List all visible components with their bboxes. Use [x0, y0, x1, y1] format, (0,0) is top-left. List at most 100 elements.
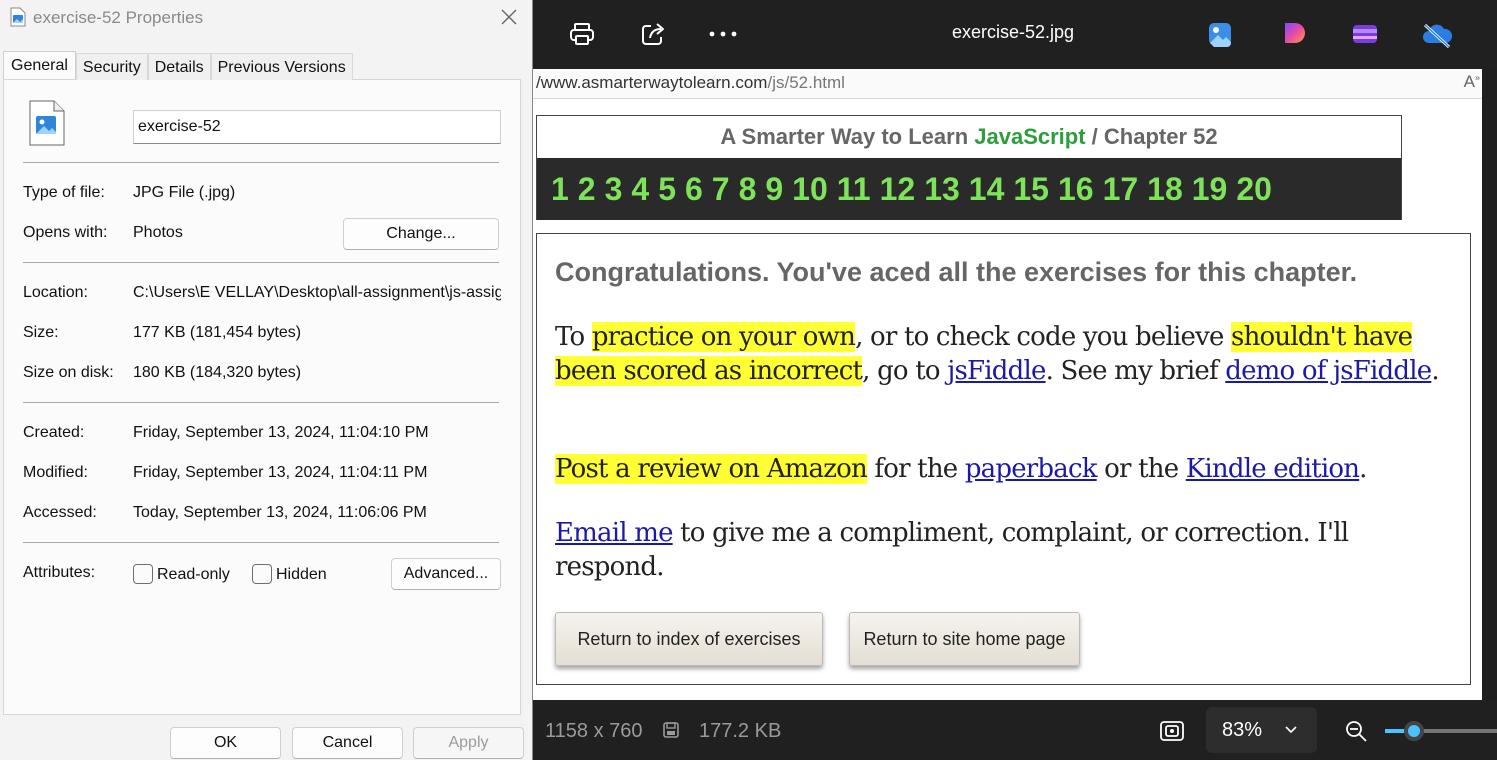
photos-viewer: exercise-52.jpg /www.asmarterwaytolearn.…	[533, 0, 1497, 760]
chapter-link[interactable]: 2	[578, 171, 596, 208]
congrats-heading: Congratulations. You've aced all the exe…	[555, 257, 1358, 287]
print-icon[interactable]	[562, 14, 602, 54]
viewer-toolbar: exercise-52.jpg	[533, 0, 1497, 69]
file-type-icon	[28, 100, 66, 151]
chapter-link[interactable]: 11	[837, 171, 871, 208]
disk-icon	[663, 722, 679, 743]
chapter-link[interactable]: 19	[1192, 171, 1228, 208]
chapter-link[interactable]: 10	[792, 171, 828, 208]
file-size: 177.2 KB	[699, 720, 782, 742]
size-value: 177 KB (181,454 bytes)	[133, 324, 302, 341]
size-on-disk-label: Size on disk:	[23, 364, 114, 381]
site-title: A Smarter Way to Learn JavaScript / Chap…	[720, 124, 1218, 149]
chevron-down-icon	[1284, 719, 1298, 742]
tab-general[interactable]: General	[3, 51, 76, 79]
accessed-value: Today, September 13, 2024, 11:06:06 PM	[133, 504, 427, 521]
separator	[23, 262, 499, 263]
advanced-button[interactable]: Advanced...	[391, 558, 501, 590]
modified-value: Friday, September 13, 2024, 11:04:11 PM	[133, 464, 428, 481]
zoom-slider[interactable]	[1385, 721, 1497, 741]
chapter-link[interactable]: 3	[605, 171, 623, 208]
chapter-link[interactable]: 12	[880, 171, 916, 208]
change-button[interactable]: Change...	[343, 218, 499, 250]
email-me-link[interactable]: Email me	[555, 518, 673, 548]
chapter-link[interactable]: 6	[685, 171, 703, 208]
designer-icon[interactable]	[1279, 19, 1309, 49]
image-dimensions: 1158 x 760	[545, 720, 643, 742]
paperback-link[interactable]: paperback	[965, 454, 1098, 484]
location-label: Location:	[23, 284, 88, 301]
chapter-link[interactable]: 8	[739, 171, 757, 208]
size-on-disk-value: 180 KB (184,320 bytes)	[133, 364, 302, 381]
clipchamp-icon[interactable]	[1350, 19, 1380, 49]
chapter-nav: 1 2 3 4 5 6 7 8 9 10 11 12 13 14 15 16 17 18 19 20	[537, 158, 1401, 220]
content-panel: Congratulations. You've aced all the exe…	[536, 233, 1471, 685]
separator	[23, 162, 499, 163]
chapter-link[interactable]: 18	[1147, 171, 1183, 208]
address-bar: /www.asmarterwaytolearn.com/js/52.html A…	[533, 69, 1482, 99]
opens-with-label: Opens with:	[23, 224, 108, 241]
chapter-link[interactable]: 13	[924, 171, 960, 208]
tab-previous-versions[interactable]: Previous Versions	[210, 53, 353, 80]
zoom-out-icon[interactable]	[1339, 714, 1373, 748]
created-label: Created:	[23, 424, 85, 441]
type-label: Type of file:	[23, 184, 105, 201]
return-index-button[interactable]: Return to index of exercises	[555, 612, 823, 666]
chapter-link[interactable]: 20	[1236, 171, 1272, 208]
return-home-button[interactable]: Return to site home page	[849, 612, 1080, 666]
onedrive-offline-icon[interactable]	[1421, 19, 1453, 49]
paragraph-practice: To practice on your own, or to check cod…	[555, 322, 1440, 386]
tab-details[interactable]: Details	[147, 53, 211, 80]
file-name-input[interactable]	[133, 110, 501, 144]
close-icon[interactable]	[496, 4, 522, 30]
chapter-link[interactable]: 14	[969, 171, 1005, 208]
readonly-label: Read-only	[157, 566, 230, 583]
chapter-link[interactable]: 5	[658, 171, 676, 208]
cancel-button[interactable]: Cancel	[292, 727, 403, 759]
opens-with-value: Photos	[133, 224, 183, 241]
dialog-title: exercise-52 Properties	[33, 8, 204, 27]
viewer-status-bar: 1158 x 760 177.2 KB 83%	[533, 700, 1497, 760]
image-canvas[interactable]: /www.asmarterwaytolearn.com/js/52.html A…	[533, 69, 1482, 700]
paragraph-email: Email me to give me a compliment, compla…	[555, 518, 1349, 582]
chapter-link[interactable]: 15	[1013, 171, 1049, 208]
ok-button[interactable]: OK	[170, 727, 281, 759]
kindle-edition-link[interactable]: Kindle edition	[1186, 454, 1360, 484]
chapter-link[interactable]: 4	[631, 171, 649, 208]
zoom-slider-thumb[interactable]	[1404, 721, 1425, 741]
zoom-value: 83%	[1222, 719, 1263, 741]
apply-button[interactable]: Apply	[413, 727, 524, 759]
chapter-link[interactable]: 1	[551, 171, 569, 208]
chapter-link[interactable]: 17	[1103, 171, 1139, 208]
attributes-label: Attributes:	[23, 564, 96, 581]
hidden-checkbox[interactable]	[252, 564, 272, 584]
more-icon[interactable]	[703, 14, 743, 54]
hidden-label: Hidden	[276, 566, 327, 583]
dialog-tabs: General Security Details Previous Versio…	[3, 51, 353, 80]
chapter-link[interactable]: 9	[765, 171, 783, 208]
modified-label: Modified:	[23, 464, 88, 481]
readonly-checkbox[interactable]	[133, 564, 153, 584]
accessed-label: Accessed:	[23, 504, 97, 521]
chapter-link[interactable]: 7	[712, 171, 730, 208]
zoom-dropdown[interactable]: 83%	[1206, 707, 1317, 753]
site-header: A Smarter Way to Learn JavaScript / Chap…	[536, 115, 1402, 220]
jpg-file-icon	[9, 7, 27, 32]
separator	[23, 402, 499, 403]
properties-dialog: exercise-52 Properties General Security …	[0, 0, 533, 760]
paragraph-review: Post a review on Amazon for the paperbac…	[555, 454, 1367, 484]
location-value: C:\Users\E VELLAY\Desktop\all-assignment…	[133, 284, 501, 301]
fit-to-window-icon[interactable]	[1155, 714, 1189, 748]
general-tab-panel	[3, 79, 521, 715]
tab-security[interactable]: Security	[75, 53, 148, 80]
chapter-link[interactable]: 16	[1058, 171, 1094, 208]
separator	[23, 542, 499, 543]
size-label: Size:	[23, 324, 59, 341]
reader-view-icon: A»	[1463, 72, 1480, 91]
demo-jsfiddle-link[interactable]: demo of jsFiddle	[1225, 356, 1432, 386]
url-text: /www.asmarterwaytolearn.com/js/52.html	[536, 73, 845, 92]
jsfiddle-link[interactable]: jsFiddle	[947, 356, 1046, 386]
share-icon[interactable]	[634, 14, 674, 54]
photos-edit-icon[interactable]	[1205, 19, 1235, 49]
created-value: Friday, September 13, 2024, 11:04:10 PM	[133, 424, 429, 441]
